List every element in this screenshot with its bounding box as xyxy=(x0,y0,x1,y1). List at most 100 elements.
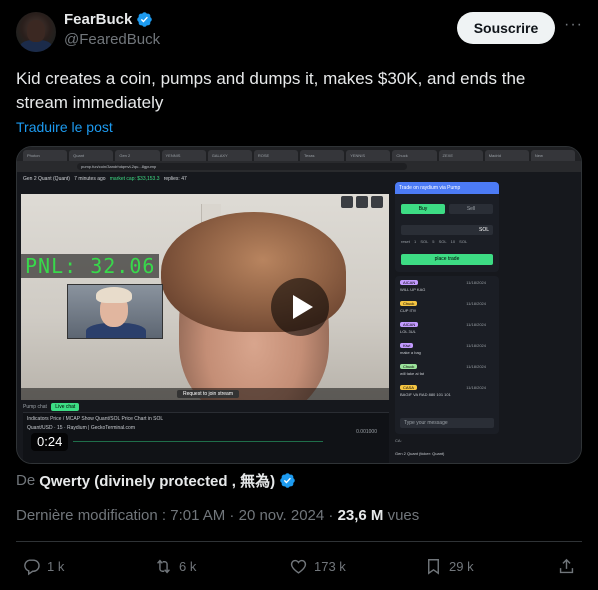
pnl-overlay: PNL: 32.06 xyxy=(21,254,160,278)
coin-name: Gen 2 Quant (Quant) xyxy=(23,176,70,182)
chat-time: 11/18/2024 xyxy=(466,343,486,348)
browser-tab: Quant xyxy=(69,150,114,161)
heart-icon xyxy=(290,559,307,574)
pump-chat-label: Pump chat xyxy=(23,404,47,410)
chart-toolbar: Indicators Price / MCAP Show Quant/SOL P… xyxy=(27,416,164,422)
trade-amount: SOL xyxy=(401,225,493,235)
place-trade-button: place trade xyxy=(401,254,493,265)
chat-message: AICAN 11/18/2024 WILL UP KAG xyxy=(400,280,494,297)
chart-price: 0.001000 xyxy=(356,429,377,435)
chat-time: 11/18/2024 xyxy=(466,280,486,285)
post-header: FearBuck @FearedBuck Souscrire ··· xyxy=(16,10,582,54)
contract-label: CA: xyxy=(395,438,402,443)
browser-tab: GALAXY xyxy=(207,150,252,161)
chat-text: BAGIF VA RAD 880 101 101 xyxy=(400,392,451,397)
browser-tab: YENNIS xyxy=(161,150,206,161)
reply-count: 1 k xyxy=(47,558,65,574)
price-chart: Indicators Price / MCAP Show Quant/SOL P… xyxy=(23,412,389,463)
trade-panel-title: Trade on raydium via Pump xyxy=(395,182,499,194)
browser-tab: ROSE xyxy=(253,150,299,161)
chart-title: Quant/USD · 15 · Raydium | GeckoTerminal… xyxy=(27,425,136,431)
chat-message: AICAN 11/18/2024 LOL 3UL xyxy=(400,322,494,339)
author-handle[interactable]: @FearedBuck xyxy=(64,31,160,48)
translate-post-link[interactable]: Traduire le post xyxy=(16,119,113,135)
share-button[interactable] xyxy=(557,553,576,579)
buy-tab: Buy xyxy=(401,204,445,214)
avatar-face xyxy=(27,20,45,42)
video-credit: De Qwerty (divinely protected , 無為) xyxy=(16,470,296,491)
stream-chat-panel: AICAN 11/18/2024 WILL UP KAG Chuck 11/18… xyxy=(395,276,499,434)
repost-button[interactable]: 6 k xyxy=(154,553,196,579)
chat-type-box: Type your message xyxy=(400,418,494,428)
pump-chat-tabs: Pump chat Live chat xyxy=(23,403,80,411)
play-icon xyxy=(293,295,313,319)
browser-tab-bar: Photon Quant Gen 2 YENNIS GALAXY ROSE Te… xyxy=(17,147,581,161)
credit-name[interactable]: Qwerty (divinely protected , 無為) xyxy=(39,470,275,491)
chat-text: LOL 3UL xyxy=(400,329,416,334)
avatar[interactable] xyxy=(16,12,56,52)
subscribe-button[interactable]: Souscrire xyxy=(457,12,555,44)
modified-timestamp[interactable]: Dernière modification : 7:01 AM · 20 nov… xyxy=(16,507,333,524)
chat-text: make a bag xyxy=(400,350,421,355)
browser-url: pump.fun/coin/3andrhdqmvL2qu...8gpump xyxy=(77,163,407,170)
like-count: 173 k xyxy=(314,558,346,574)
repost-icon xyxy=(157,558,170,574)
credit-prefix: De xyxy=(16,472,36,489)
bookmark-button[interactable]: 29 k xyxy=(424,553,474,579)
chat-message: CASA 11/18/2024 BAGIF VA RAD 880 101 101 xyxy=(400,385,494,402)
browser-tab: New xyxy=(530,150,576,161)
picture-in-picture xyxy=(67,284,163,339)
chat-text: CUP IT!!! xyxy=(400,308,417,313)
play-button[interactable] xyxy=(271,278,329,336)
views-label: vues xyxy=(387,507,420,524)
chat-username: Chuck xyxy=(400,364,418,369)
webcam-control-icon xyxy=(341,196,353,208)
browser-address-bar: pump.fun/coin/3andrhdqmvL2qu...8gpump xyxy=(17,161,581,172)
trade-panel: Trade on raydium via Pump Buy Sell SOL r… xyxy=(395,182,499,272)
chat-time: 11/18/2024 xyxy=(466,301,486,306)
video-player[interactable]: Photon Quant Gen 2 YENNIS GALAXY ROSE Te… xyxy=(16,146,582,464)
chat-time: 11/18/2024 xyxy=(466,322,486,327)
author-display-name[interactable]: FearBuck xyxy=(64,11,132,28)
coin-header: Gen 2 Quant (Quant) 7 minutes ago market… xyxy=(23,176,383,188)
browser-tab: Madrid xyxy=(484,150,529,161)
webcam-control-icon xyxy=(371,196,383,208)
chart-line xyxy=(73,441,323,442)
browser-tab: YENNIS xyxy=(346,150,391,161)
browser-tab: ZEXE xyxy=(438,150,483,161)
trade-presets: reset 1 SOL 5 SOL 10 SOL xyxy=(401,239,468,244)
chat-message: Kiwi 11/18/2024 make a bag xyxy=(400,343,494,360)
browser-tab: Photon xyxy=(23,150,68,161)
verified-badge-icon[interactable] xyxy=(136,11,153,28)
coin-market-cap: market cap: $33,153.3 xyxy=(109,176,160,182)
chat-username: Chuck xyxy=(400,301,418,306)
divider xyxy=(16,541,582,542)
coin-footer: Gen 2 Quant (ticker: Quant) xyxy=(395,451,445,456)
chat-username: AICAN xyxy=(400,322,419,327)
chat-message: Chuck 11/18/2024 CUP IT!!! xyxy=(400,301,494,318)
post-text: Kid creates a coin, pumps and dumps it, … xyxy=(16,69,526,112)
more-options-icon[interactable]: ··· xyxy=(564,16,582,38)
webcam-frame: PNL: 32.06 Request to join stream xyxy=(21,194,389,400)
live-chat-label: Live chat xyxy=(51,403,80,411)
author-names: FearBuck @FearedBuck xyxy=(64,11,160,48)
coin-info: CA: Gen 2 Quant (ticker: Quant) xyxy=(395,438,499,456)
reply-button[interactable]: 1 k xyxy=(22,553,64,579)
reply-icon xyxy=(24,558,40,575)
chat-text: will take ai fat xyxy=(400,371,425,376)
views-count: 23,6 M xyxy=(337,507,384,524)
chat-username: CASA xyxy=(400,385,417,390)
chat-username: AICAN xyxy=(400,280,419,285)
repost-count: 6 k xyxy=(179,558,197,574)
share-icon xyxy=(559,558,574,573)
chat-text: WILL UP KAG xyxy=(400,287,426,292)
author-display-name-row[interactable]: FearBuck xyxy=(64,11,160,28)
video-duration: 0:24 xyxy=(31,433,69,451)
chat-time: 11/18/2024 xyxy=(466,385,486,390)
browser-tab: Texas xyxy=(300,150,345,161)
chat-message: Chuck 11/18/2024 will take ai fat xyxy=(400,364,494,381)
chat-username: Kiwi xyxy=(400,343,414,348)
like-button[interactable]: 173 k xyxy=(289,553,346,579)
chat-time: 11/18/2024 xyxy=(466,364,486,369)
coin-time-ago: 7 minutes ago xyxy=(74,176,106,182)
